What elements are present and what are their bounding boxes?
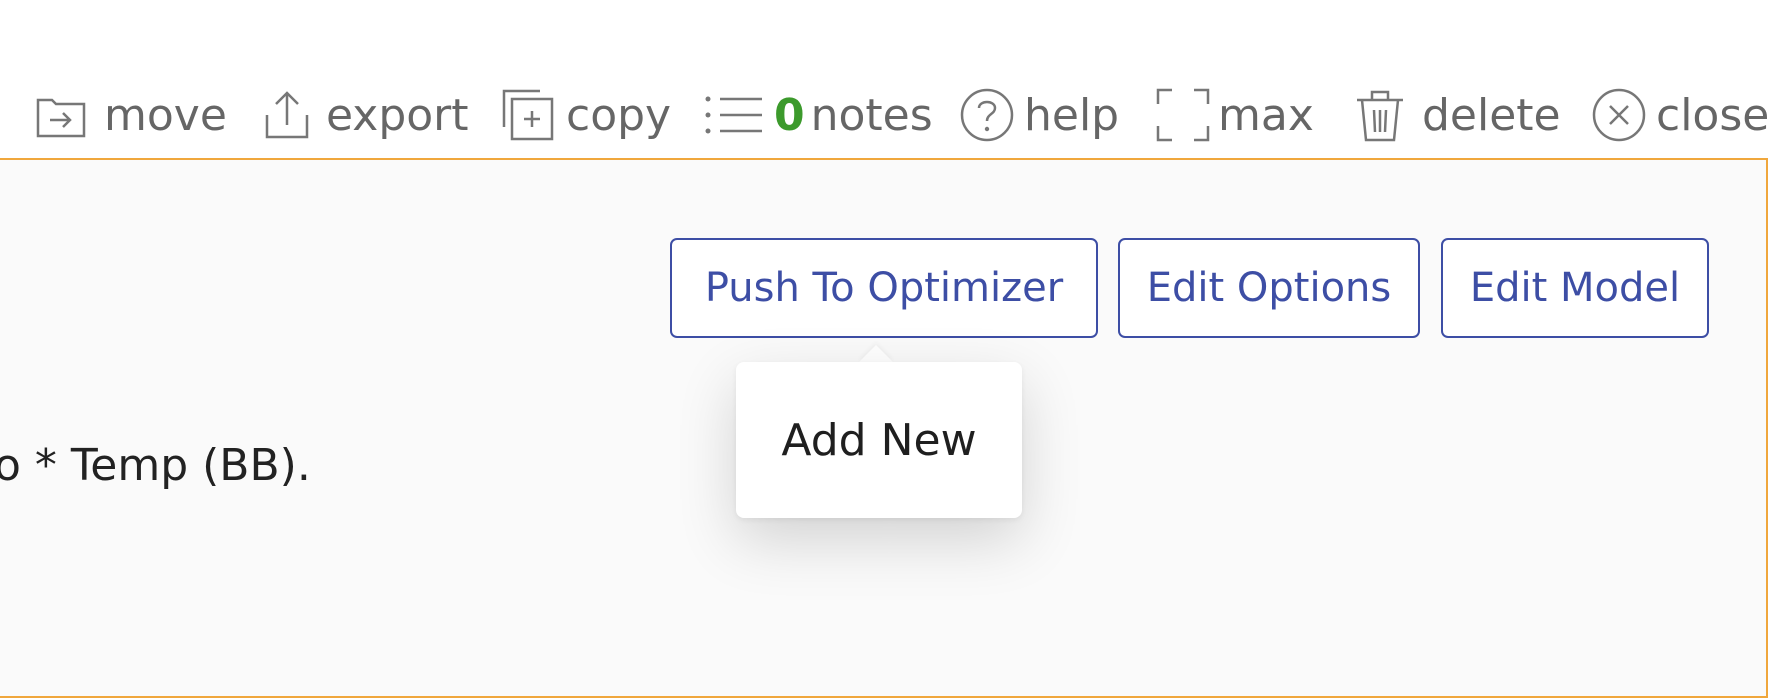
notes-icon bbox=[705, 96, 762, 134]
move-label: move bbox=[104, 89, 227, 141]
close-button[interactable]: close bbox=[1590, 84, 1769, 146]
add-new-tooltip[interactable]: Add New bbox=[736, 362, 1022, 518]
export-label: export bbox=[326, 89, 469, 141]
notes-count: 0 bbox=[774, 89, 805, 141]
close-icon bbox=[1592, 88, 1646, 142]
max-icon bbox=[1156, 88, 1210, 142]
copy-button[interactable]: copy bbox=[500, 84, 671, 146]
notes-button[interactable]: 0 notes bbox=[704, 84, 933, 146]
close-label: close bbox=[1656, 89, 1770, 141]
delete-label: delete bbox=[1422, 89, 1561, 141]
copy-label: copy bbox=[566, 89, 672, 141]
edit-options-button[interactable]: Edit Options bbox=[1118, 238, 1420, 338]
copy-icon bbox=[502, 89, 554, 141]
toolbar: move export copy 0 notes help max delete… bbox=[0, 84, 1792, 146]
move-icon bbox=[36, 98, 86, 138]
help-icon bbox=[960, 88, 1014, 142]
max-label: max bbox=[1218, 89, 1314, 141]
add-new-label: Add New bbox=[781, 414, 977, 466]
body-text: o * Temp (BB). bbox=[0, 440, 311, 491]
export-icon bbox=[265, 91, 309, 139]
edit-model-button[interactable]: Edit Model bbox=[1441, 238, 1709, 338]
push-to-optimizer-button[interactable]: Push To Optimizer bbox=[670, 238, 1098, 338]
help-button[interactable]: help bbox=[958, 84, 1119, 146]
move-button[interactable]: move bbox=[34, 84, 227, 146]
delete-button[interactable]: delete bbox=[1354, 84, 1561, 146]
export-button[interactable]: export bbox=[262, 84, 469, 146]
delete-icon bbox=[1357, 90, 1403, 142]
help-label: help bbox=[1024, 89, 1120, 141]
max-button[interactable]: max bbox=[1154, 84, 1314, 146]
notes-label: notes bbox=[810, 89, 933, 141]
